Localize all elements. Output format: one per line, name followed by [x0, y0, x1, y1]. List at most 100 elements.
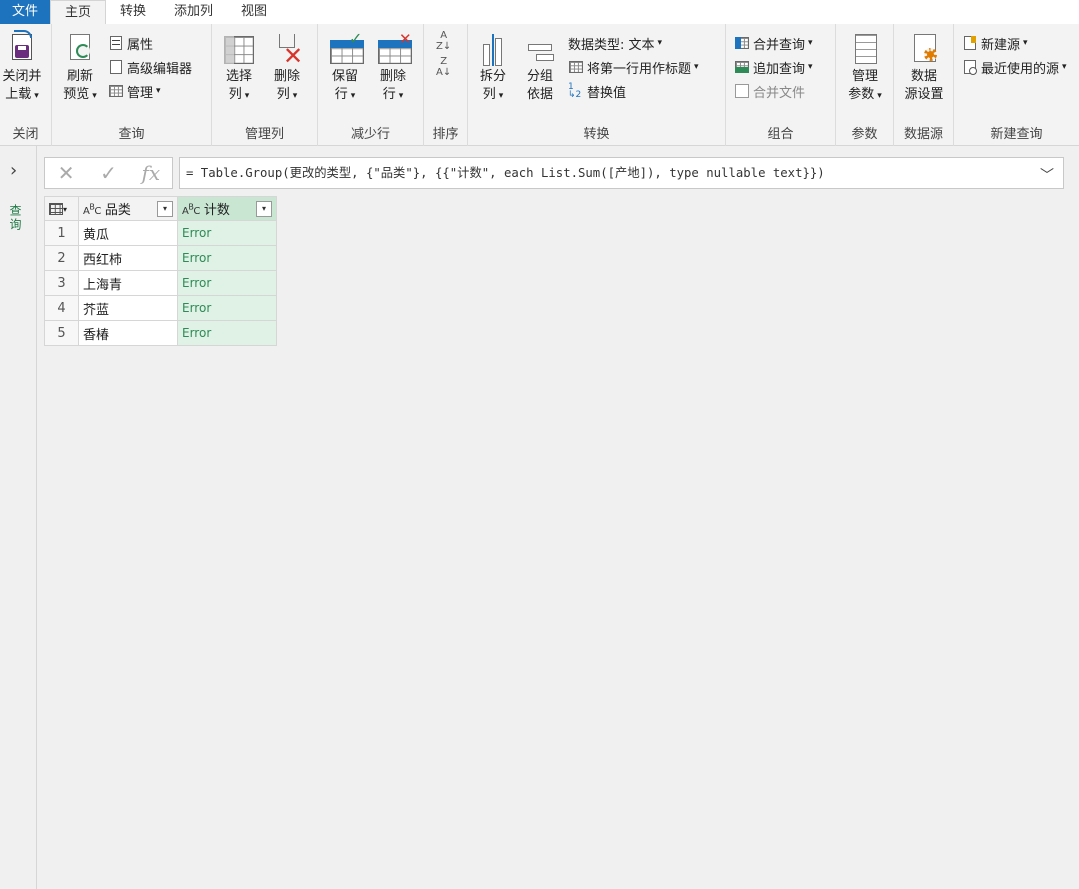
- cell-category[interactable]: 香椿: [78, 320, 178, 346]
- keep-rows-label-2: 行 ▾: [334, 87, 356, 102]
- remove-columns-label-2: 列 ▾: [276, 87, 298, 102]
- keep-rows-button[interactable]: ✓ 保留 行 ▾: [324, 30, 366, 105]
- cell-count[interactable]: Error: [177, 295, 277, 321]
- append-queries-label: 追加查询: [753, 61, 806, 77]
- row-number[interactable]: 2: [44, 245, 79, 271]
- filter-dropdown-icon[interactable]: ▾: [256, 200, 272, 217]
- cell-count[interactable]: Error: [177, 270, 277, 296]
- table-row: 3 上海青 Error: [44, 270, 277, 296]
- cell-count[interactable]: Error: [177, 220, 277, 246]
- data-source-settings-button[interactable]: 数据 源设置: [900, 30, 948, 104]
- group-data-source: 数据 源设置 数据源: [894, 24, 954, 146]
- manage-parameters-button[interactable]: 管理 参数 ▾: [844, 30, 886, 105]
- group-query: 刷新 预览 ▾ 属性 高级编辑器 管理 ▾ 查询: [52, 24, 212, 146]
- manage-parameters-label-2: 参数 ▾: [848, 87, 882, 102]
- group-label-close: 关闭: [12, 127, 39, 142]
- close-load-icon: [6, 30, 38, 66]
- tab-view[interactable]: 视图: [227, 0, 281, 24]
- group-by-button[interactable]: 分组 依据: [520, 30, 560, 104]
- cancel-formula-button[interactable]: ✕: [45, 161, 87, 185]
- remove-rows-button[interactable]: ✕ 删除 行 ▾: [372, 30, 414, 105]
- cell-category[interactable]: 黄瓜: [78, 220, 178, 246]
- recent-sources-button[interactable]: 最近使用的源 ▾: [962, 56, 1067, 78]
- data-type-label: 数据类型: 文本: [568, 37, 655, 53]
- remove-columns-button[interactable]: ✕ 删除 列 ▾: [266, 30, 308, 105]
- use-first-row-headers-button[interactable]: 将第一行用作标题 ▾: [568, 56, 699, 78]
- recent-sources-label: 最近使用的源: [981, 61, 1060, 77]
- cell-category[interactable]: 芥蓝: [78, 295, 178, 321]
- text-type-icon[interactable]: ABC: [182, 203, 200, 217]
- remove-rows-icon: ✕: [377, 30, 412, 66]
- column-name-count: 计数: [203, 203, 230, 218]
- confirm-formula-button[interactable]: ✓: [87, 161, 129, 185]
- combine-files-label: 合并文件: [753, 85, 806, 101]
- cell-count[interactable]: Error: [177, 245, 277, 271]
- merge-queries-icon: [734, 35, 750, 51]
- choose-columns-button[interactable]: 选择 列 ▾: [218, 30, 260, 105]
- tab-add-column[interactable]: 添加列: [160, 0, 227, 24]
- data-grid: ▾ ABC 品类 ▾ ABC 计数 ▾ 1 黄瓜 Error 2 西红柿 Err…: [44, 196, 277, 346]
- split-column-label-2: 列 ▾: [482, 87, 504, 102]
- queries-pane-collapsed: › 查询: [0, 146, 37, 889]
- row-number[interactable]: 5: [44, 320, 79, 346]
- tab-transform[interactable]: 转换: [106, 0, 160, 24]
- combine-files-button[interactable]: 合并文件: [734, 80, 805, 102]
- merge-queries-button[interactable]: 合并查询 ▾: [734, 32, 813, 54]
- ribbon: 关闭并 上载 ▾ 关闭 刷新 预览 ▾ 属性 高级编辑器 管理 ▾ 查询 选择 …: [0, 24, 1079, 146]
- append-queries-icon: [734, 59, 750, 75]
- expand-queries-pane-button[interactable]: ›: [10, 160, 17, 181]
- row-number[interactable]: 1: [44, 220, 79, 246]
- insert-function-button[interactable]: fx: [130, 161, 172, 185]
- row-number[interactable]: 4: [44, 295, 79, 321]
- group-new-query: 新建源 ▾ 最近使用的源 ▾ 新建查询: [954, 24, 1079, 146]
- refresh-preview-button[interactable]: 刷新 预览 ▾: [58, 30, 102, 105]
- group-parameters: 管理 参数 ▾ 参数: [836, 24, 894, 146]
- chevron-right-icon: ›: [10, 160, 18, 181]
- choose-columns-label-1: 选择: [225, 69, 252, 84]
- expand-formula-button[interactable]: ﹀: [1040, 165, 1054, 185]
- close-load-label-1: 关闭并: [2, 69, 42, 84]
- split-column-button[interactable]: 拆分 列 ▾: [474, 30, 512, 105]
- sort-ascending-button[interactable]: A Z↓: [436, 30, 451, 52]
- combine-files-icon: [734, 83, 750, 99]
- replace-values-button[interactable]: 1 ↳2 替换值: [568, 80, 626, 102]
- text-type-icon[interactable]: ABC: [83, 203, 101, 217]
- table-icon: [108, 83, 124, 99]
- group-close: 关闭并 上载 ▾ 关闭: [0, 24, 52, 146]
- column-header-count[interactable]: ABC 计数 ▾: [177, 196, 277, 221]
- close-load-label-2: 上载 ▾: [5, 87, 39, 102]
- remove-columns-icon: ✕: [271, 30, 303, 68]
- append-queries-button[interactable]: 追加查询 ▾: [734, 56, 813, 78]
- sort-descending-button[interactable]: Z A↓: [436, 56, 451, 78]
- replace-values-icon: 1 ↳2: [568, 82, 582, 100]
- group-label-transform: 转换: [583, 127, 610, 142]
- close-and-load-button[interactable]: 关闭并 上载 ▾: [0, 30, 44, 105]
- tab-home[interactable]: 主页: [50, 0, 107, 24]
- new-source-button[interactable]: 新建源 ▾: [962, 32, 1028, 54]
- manage-query-button[interactable]: 管理 ▾: [108, 80, 161, 102]
- tab-file[interactable]: 文件: [0, 0, 50, 24]
- group-label-combine: 组合: [767, 127, 794, 142]
- table-menu-button[interactable]: ▾: [44, 196, 79, 221]
- formula-bar-buttons: ✕ ✓ fx: [44, 157, 173, 189]
- group-label-reduce-rows: 减少行: [350, 127, 390, 142]
- row-number[interactable]: 3: [44, 270, 79, 296]
- advanced-editor-button[interactable]: 高级编辑器: [108, 56, 192, 78]
- group-label-new-query: 新建查询: [990, 127, 1043, 142]
- new-source-label: 新建源: [981, 37, 1021, 53]
- sort-descending-icon: Z A↓: [436, 56, 452, 78]
- table-headers-icon: [568, 59, 584, 75]
- data-type-dropdown[interactable]: 数据类型: 文本 ▾: [568, 32, 662, 54]
- cell-category[interactable]: 上海青: [78, 270, 178, 296]
- filter-dropdown-icon[interactable]: ▾: [157, 200, 173, 217]
- refresh-label-1: 刷新: [66, 69, 93, 84]
- remove-columns-label-1: 删除: [273, 69, 300, 84]
- cell-count[interactable]: Error: [177, 320, 277, 346]
- group-combine: 合并查询 ▾ 追加查询 ▾ 合并文件 组合: [726, 24, 836, 146]
- column-header-category[interactable]: ABC 品类 ▾: [78, 196, 178, 221]
- table-row: 2 西红柿 Error: [44, 245, 277, 271]
- formula-input[interactable]: = Table.Group(更改的类型, {"品类"}, {{"计数", eac…: [179, 157, 1064, 189]
- queries-pane-label[interactable]: 查询: [7, 204, 24, 232]
- cell-category[interactable]: 西红柿: [78, 245, 178, 271]
- properties-button[interactable]: 属性: [108, 32, 153, 54]
